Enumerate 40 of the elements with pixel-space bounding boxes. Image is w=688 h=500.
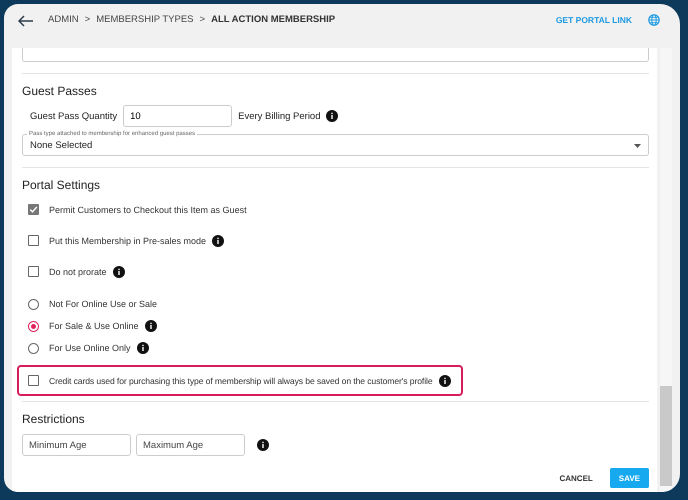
option-label: Credit cards used for purchasing this type of membership will always be saved on the customer's profile — [49, 376, 432, 386]
quantity-field[interactable]: 10 — [123, 105, 232, 127]
breadcrumb-item: ALL ACTION MEMBERSHIP — [211, 14, 336, 25]
radio-button[interactable] — [28, 342, 39, 354]
breadcrumb-item[interactable]: MEMBERSHIP TYPES — [96, 14, 194, 25]
section-heading: Restrictions — [22, 412, 86, 426]
checkbox[interactable] — [28, 266, 39, 277]
info-icon[interactable] — [136, 342, 149, 354]
radio-button[interactable] — [28, 320, 39, 332]
info-icon[interactable] — [257, 439, 269, 451]
radio-button[interactable] — [28, 298, 39, 310]
info-icon[interactable] — [212, 234, 224, 246]
option-label: Not For Online Use or Sale — [49, 299, 158, 309]
checkbox[interactable] — [28, 375, 39, 386]
breadcrumb-item[interactable]: ADMIN — [48, 14, 79, 25]
globe-icon[interactable] — [648, 14, 660, 26]
info-icon[interactable] — [438, 374, 450, 386]
back-arrow-icon[interactable] — [18, 15, 34, 27]
option-label: Do not prorate — [49, 266, 107, 276]
cancel-button[interactable]: CANCEL — [550, 468, 602, 488]
field-label: Every Billing Period — [238, 110, 320, 122]
section-heading: Portal Settings — [22, 178, 102, 192]
dropdown-caret-icon — [634, 144, 641, 148]
age-field[interactable]: Maximum Age — [136, 434, 245, 456]
select-value: None Selected — [30, 140, 94, 151]
info-icon[interactable] — [144, 320, 157, 332]
option-label: For Use Online Only — [49, 343, 131, 353]
breadcrumb-separator: > — [84, 14, 90, 25]
info-icon[interactable] — [326, 110, 338, 122]
breadcrumb-separator: > — [200, 14, 206, 25]
section-heading: Guest Passes — [22, 84, 98, 98]
checkbox[interactable] — [28, 235, 39, 246]
option-label: Put this Membership in Pre-sales mode — [49, 236, 206, 246]
scrollbar-thumb[interactable] — [660, 386, 672, 486]
checkbox[interactable] — [28, 204, 39, 215]
age-field[interactable]: Minimum Age — [22, 434, 131, 456]
option-label: For Sale & Use Online — [49, 321, 139, 331]
option-label: Permit Customers to Checkout this Item as Guest — [49, 204, 247, 214]
info-icon[interactable] — [112, 266, 125, 278]
field-label: Guest Pass Quantity — [30, 110, 118, 122]
